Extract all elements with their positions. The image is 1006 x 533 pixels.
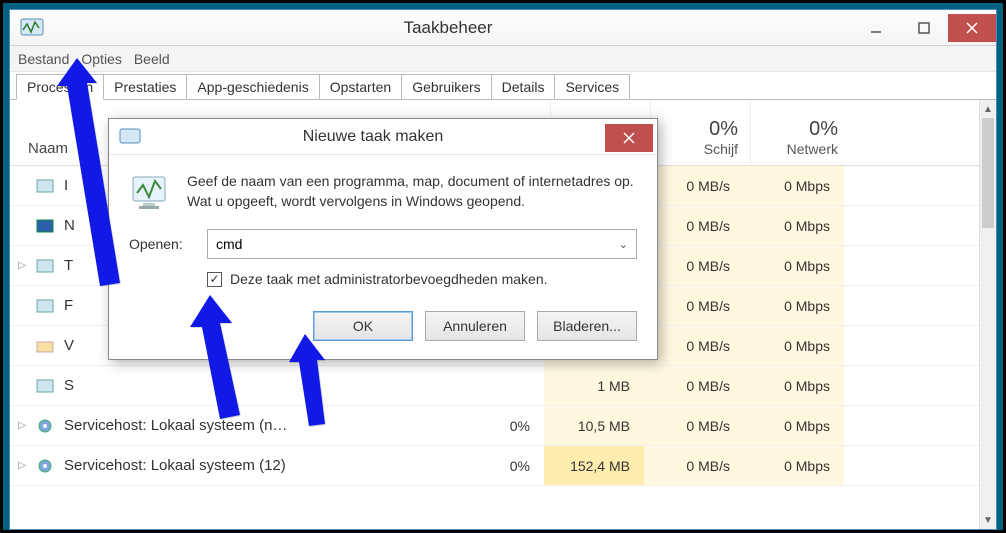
process-icon (34, 217, 56, 235)
close-icon (623, 132, 635, 144)
dialog-titlebar: Nieuwe taak maken (109, 119, 657, 155)
menu-options[interactable]: Opties (81, 51, 121, 67)
menubar: Bestand Opties Beeld (10, 46, 996, 72)
cancel-button[interactable]: Annuleren (425, 311, 525, 341)
run-dialog: Nieuwe taak maken Geef de naam van een p… (108, 118, 658, 360)
process-icon (34, 377, 56, 395)
minimize-button[interactable] (852, 14, 900, 42)
run-icon (119, 128, 141, 146)
ok-button[interactable]: OK (313, 311, 413, 341)
expand-toggle[interactable]: ▷ (10, 460, 34, 471)
tabs: Processen Prestaties App-geschiedenis Op… (10, 72, 996, 100)
chevron-down-icon: ⌄ (619, 238, 628, 251)
column-disk[interactable]: 0% Schijf (650, 100, 750, 165)
column-network[interactable]: 0% Netwerk (750, 100, 850, 165)
browse-button[interactable]: Bladeren... (537, 311, 637, 341)
scroll-up-button[interactable]: ▲ (980, 100, 996, 118)
window-title: Taakbeheer (44, 18, 852, 38)
gear-icon (34, 417, 56, 435)
expand-toggle[interactable]: ▷ (10, 420, 34, 431)
tab-performance[interactable]: Prestaties (103, 74, 187, 99)
table-row[interactable]: ▷ Servicehost: Lokaal systeem (n… 0% 10,… (10, 406, 996, 446)
titlebar: Taakbeheer (10, 10, 996, 46)
tab-processes[interactable]: Processen (16, 74, 104, 100)
table-row[interactable]: ▷ Servicehost: Lokaal systeem (12) 0% 15… (10, 446, 996, 486)
maximize-icon (918, 22, 930, 34)
open-value: cmd (216, 236, 242, 252)
minimize-icon (870, 22, 882, 34)
expand-toggle[interactable]: ▷ (10, 260, 34, 271)
tab-details[interactable]: Details (491, 74, 556, 99)
table-row[interactable]: S 1 MB 0 MB/s 0 Mbps (10, 366, 996, 406)
dialog-description: Geef de naam van een programma, map, doc… (187, 171, 637, 215)
app-icon (20, 18, 44, 38)
tab-startup[interactable]: Opstarten (319, 74, 402, 99)
open-label: Openen: (129, 236, 193, 252)
menu-file[interactable]: Bestand (18, 51, 69, 67)
open-combobox[interactable]: cmd ⌄ (207, 229, 637, 259)
process-icon (34, 257, 56, 275)
vertical-scrollbar[interactable]: ▲ ▼ (979, 100, 996, 529)
close-button[interactable] (948, 14, 996, 42)
monitor-icon (129, 171, 173, 215)
maximize-button[interactable] (900, 14, 948, 42)
scroll-thumb[interactable] (982, 118, 994, 228)
tab-services[interactable]: Services (554, 74, 630, 99)
folder-icon (34, 337, 56, 355)
close-icon (966, 22, 978, 34)
dialog-title: Nieuwe taak maken (141, 128, 605, 146)
gear-icon (34, 457, 56, 475)
menu-view[interactable]: Beeld (134, 51, 170, 67)
tab-app-history[interactable]: App-geschiedenis (186, 74, 319, 99)
process-icon (34, 297, 56, 315)
admin-checkbox[interactable]: ✓ (207, 272, 222, 287)
admin-checkbox-label: Deze taak met administratorbevoegdheden … (230, 271, 548, 287)
process-icon (34, 177, 56, 195)
scroll-down-button[interactable]: ▼ (980, 511, 996, 529)
tab-users[interactable]: Gebruikers (401, 74, 491, 99)
dialog-close-button[interactable] (605, 124, 653, 152)
